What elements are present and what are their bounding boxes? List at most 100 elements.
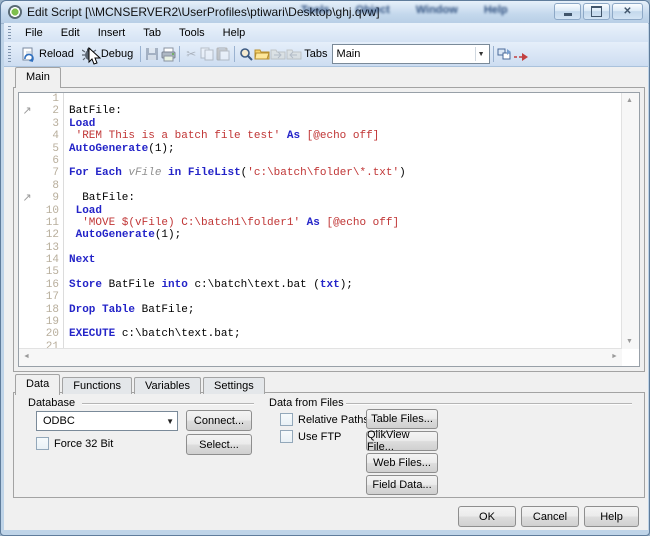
code-text: 'REM This is a batch file test' As [@ech…: [75, 130, 380, 143]
reload-icon: [20, 46, 36, 62]
connect-button[interactable]: Connect...: [186, 410, 252, 431]
code-line[interactable]: 5 AutoGenerate(1);: [19, 142, 622, 155]
menubar-gripper[interactable]: [8, 25, 11, 40]
debug-button[interactable]: Debug: [78, 45, 137, 63]
import-tab-icon[interactable]: [286, 46, 302, 62]
data-tab-page: Database ODBC ▼ Connect... Force 32 Bit …: [13, 392, 645, 498]
code-line[interactable]: 4 'REM This is a batch file test' As [@e…: [19, 130, 622, 143]
line-number: 3: [35, 117, 64, 131]
code-line[interactable]: 7 For Each vFile in FileList('c:\batch\fo…: [19, 167, 622, 180]
qlikview-file-button[interactable]: QlikView File...: [366, 429, 438, 453]
background-menu-item: Help: [483, 4, 508, 16]
force-32bit-checkbox[interactable]: Force 32 Bit: [36, 437, 113, 450]
scroll-right-icon[interactable]: ►: [607, 349, 622, 364]
chevron-down-icon[interactable]: ▼: [166, 417, 174, 426]
promote-tab-icon[interactable]: [513, 46, 529, 62]
menu-item-insert[interactable]: Insert: [89, 25, 135, 41]
code-line[interactable]: 18 Drop Table BatFile;: [19, 303, 622, 317]
find-icon[interactable]: [238, 46, 254, 62]
ok-button[interactable]: OK: [458, 506, 516, 527]
line-number: 15: [35, 266, 64, 279]
line-marker-icon: ↗: [22, 191, 32, 205]
minimize-button[interactable]: [554, 3, 581, 20]
menu-item-file[interactable]: File: [16, 25, 52, 41]
scroll-down-icon[interactable]: ▼: [622, 334, 637, 349]
data-from-files-group-label: Data from Files: [269, 397, 344, 409]
line-number: 17: [35, 291, 64, 304]
line-marker-empty: [19, 205, 35, 217]
open-folder-icon[interactable]: [254, 46, 270, 62]
code-line[interactable]: 6: [19, 154, 622, 168]
database-group-line: [82, 403, 254, 404]
toolbar-separator: [179, 46, 181, 62]
code-line[interactable]: 10 Load: [19, 204, 622, 217]
tab-functions[interactable]: Functions: [62, 377, 132, 394]
cut-icon[interactable]: ✂: [183, 46, 199, 62]
menu-item-edit[interactable]: Edit: [52, 25, 89, 41]
close-button[interactable]: ✕: [612, 3, 643, 20]
code-line[interactable]: 12 AutoGenerate(1);: [19, 229, 622, 242]
reload-button[interactable]: Reload: [16, 45, 78, 63]
checkbox-icon[interactable]: [280, 413, 293, 426]
use-ftp-checkbox[interactable]: Use FTP: [280, 430, 341, 443]
menu-item-help[interactable]: Help: [214, 25, 255, 41]
code-line[interactable]: 14 Next: [19, 254, 622, 267]
tab-data[interactable]: Data: [15, 374, 61, 395]
tab-variables[interactable]: Variables: [133, 377, 201, 394]
relative-paths-checkbox[interactable]: Relative Paths: [280, 413, 369, 426]
code-line[interactable]: 17: [19, 291, 622, 304]
background-menu-item: Window: [415, 4, 458, 16]
database-combobox[interactable]: ODBC ▼: [36, 411, 178, 431]
line-number: 20: [35, 328, 64, 341]
save-icon[interactable]: [144, 46, 160, 62]
copy-icon[interactable]: [199, 46, 215, 62]
code-line[interactable]: 19: [19, 316, 622, 329]
code-line[interactable]: 15: [19, 266, 622, 279]
line-marker-icon: ↗: [22, 104, 32, 118]
chevron-down-icon[interactable]: ▼: [474, 47, 487, 61]
paste-icon[interactable]: [215, 46, 231, 62]
code-line[interactable]: ↗ 2 BatFile:: [19, 104, 622, 118]
vertical-scrollbar[interactable]: ▲ ▼: [621, 93, 639, 349]
maximize-button[interactable]: [583, 3, 610, 20]
code-line[interactable]: 1: [19, 93, 622, 106]
tab-settings[interactable]: Settings: [203, 377, 265, 394]
scroll-up-icon[interactable]: ▲: [622, 93, 637, 108]
code-line[interactable]: 13: [19, 241, 622, 255]
cancel-button[interactable]: Cancel: [521, 506, 579, 527]
table-files-button[interactable]: Table Files...: [366, 409, 438, 429]
menu-item-tab[interactable]: Tab: [134, 25, 170, 41]
code-text: AutoGenerate(1);: [75, 229, 182, 242]
toolbar-gripper[interactable]: [8, 45, 11, 63]
web-files-button[interactable]: Web Files...: [366, 453, 438, 473]
code-text: For Each vFile in FileList('c:\batch\fol…: [69, 167, 406, 180]
tab-selector-combobox[interactable]: Main ▼: [331, 44, 490, 64]
checkbox-icon[interactable]: [280, 430, 293, 443]
script-editor[interactable]: 1 ↗ 2 BatFile: 3 Load 4 'REM This is a batch f…: [18, 92, 640, 367]
tab-main[interactable]: Main: [15, 67, 61, 88]
code-text: BatFile:: [69, 105, 122, 118]
code-line[interactable]: 3 Load: [19, 117, 622, 131]
code-line[interactable]: 20 EXECUTE c:\batch\text.bat;: [19, 328, 622, 341]
code-line[interactable]: 16 Store BatFile into c:\batch\text.bat (…: [19, 278, 622, 292]
line-number: 18: [35, 303, 64, 317]
toolbar-separator: [234, 46, 236, 62]
code-text: BatFile:: [69, 192, 136, 205]
code-line[interactable]: 11 'MOVE $(vFile) C:\batch1\folder1' As …: [19, 216, 622, 230]
horizontal-scrollbar[interactable]: ◄ ►: [19, 348, 622, 366]
select-button[interactable]: Select...: [186, 434, 252, 455]
export-tab-icon[interactable]: [270, 46, 286, 62]
print-icon[interactable]: [160, 46, 176, 62]
titlebar[interactable]: Edit Script [\\MCNSERVER2\UserProfiles\p…: [1, 1, 649, 24]
help-button[interactable]: Help: [584, 506, 639, 527]
merge-tab-icon[interactable]: [497, 46, 513, 62]
scroll-left-icon[interactable]: ◄: [19, 349, 34, 364]
code-line[interactable]: 8: [19, 179, 622, 193]
checkbox-icon[interactable]: [36, 437, 49, 450]
menu-item-tools[interactable]: Tools: [170, 25, 214, 41]
line-marker-empty: [19, 242, 35, 254]
code-line[interactable]: ↗ 9 BatFile:: [19, 191, 622, 205]
field-data-button[interactable]: Field Data...: [366, 475, 438, 495]
menu-bar: File Edit Insert Tab Tools Help: [4, 23, 648, 43]
